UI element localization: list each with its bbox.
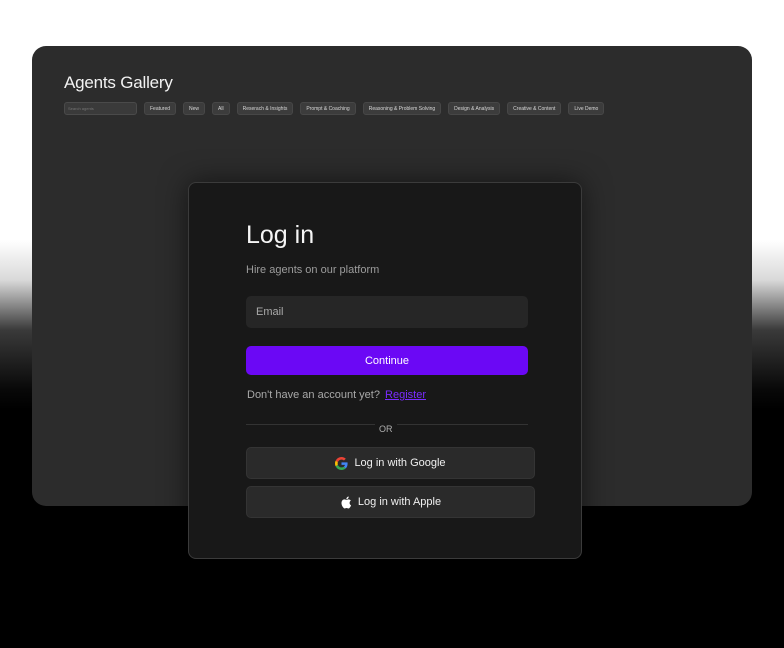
filter-new[interactable]: New: [183, 102, 206, 115]
gallery-title: Agents Gallery: [64, 73, 173, 92]
search-input[interactable]: [64, 102, 137, 115]
filter-live-demo[interactable]: Live Demo: [568, 102, 605, 115]
login-subtitle: Hire agents on our platform: [246, 264, 380, 276]
filter-design-analysis[interactable]: Design & Analysis: [448, 102, 501, 115]
page-background: Agents Gallery Featured New All Reserach…: [0, 0, 784, 648]
filter-all[interactable]: All: [212, 102, 230, 115]
login-modal: Log in Hire agents on our platform Conti…: [188, 182, 582, 559]
filter-reasoning-problem-solving[interactable]: Reasoning & Problem Solving: [362, 102, 442, 115]
google-login-label: Log in with Google: [354, 457, 446, 469]
email-field[interactable]: [246, 296, 528, 328]
google-icon: [335, 456, 349, 470]
apple-login-label: Log in with Apple: [357, 496, 442, 508]
filter-featured[interactable]: Featured: [144, 102, 177, 115]
filter-bar: Featured New All Reserach & Insights Pro…: [64, 102, 605, 115]
filter-creative-content[interactable]: Creative & Content: [507, 102, 562, 115]
or-separator: OR: [375, 424, 397, 434]
login-title: Log in: [246, 221, 315, 249]
apple-login-button[interactable]: Log in with Apple: [246, 486, 535, 518]
no-account-text: Don't have an account yet?: [247, 389, 380, 401]
continue-button[interactable]: Continue: [246, 346, 528, 375]
filter-research-insights[interactable]: Reserach & Insights: [236, 102, 294, 115]
google-login-button[interactable]: Log in with Google: [246, 447, 535, 479]
apple-icon: [340, 496, 352, 509]
filter-prompt-coaching[interactable]: Prompt & Coaching: [300, 102, 356, 115]
register-prompt: Don't have an account yet? Register: [247, 389, 426, 401]
register-link[interactable]: Register: [385, 389, 426, 401]
